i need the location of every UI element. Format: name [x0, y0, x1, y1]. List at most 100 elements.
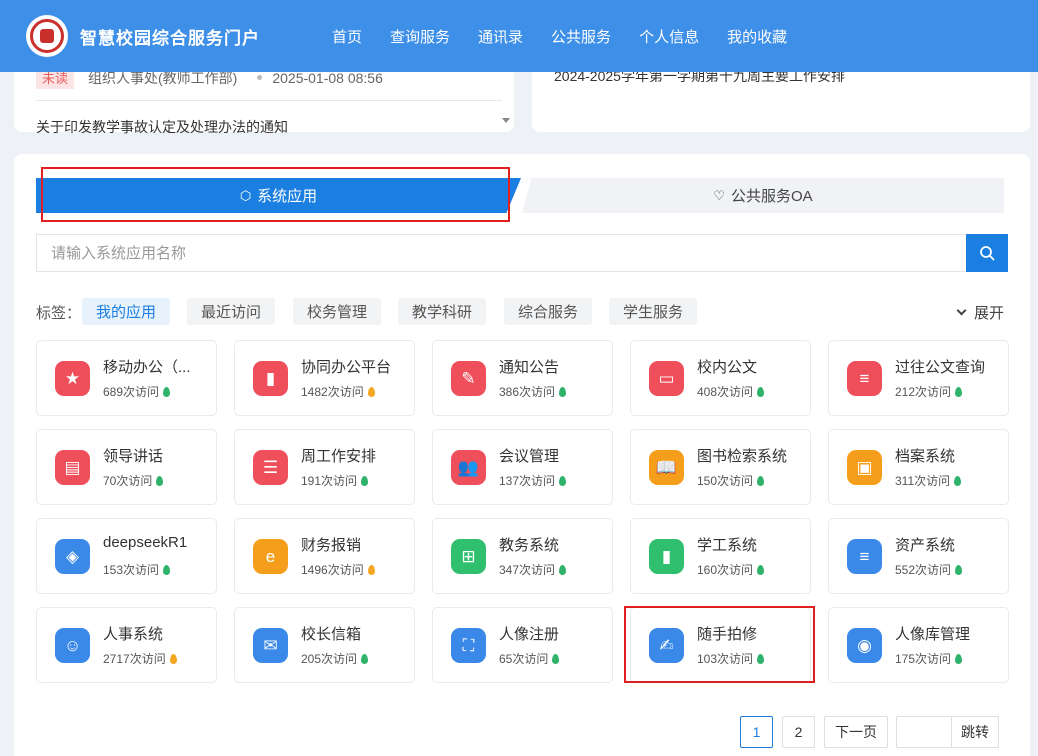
tag-teaching[interactable]: 教学科研 — [398, 298, 487, 325]
app-card[interactable]: ✎ 通知公告 386次访问 — [432, 340, 613, 416]
flame-icon — [156, 475, 164, 486]
app-card[interactable]: ▤ 领导讲话 70次访问 — [36, 429, 217, 505]
app-card[interactable]: ≡ 资产系统 552次访问 — [828, 518, 1009, 594]
visit-count-text: 408次访问 — [697, 385, 754, 399]
next-page-button[interactable]: 下一页 — [824, 716, 888, 748]
visit-count-text: 65次访问 — [499, 652, 549, 666]
app-name: 校内公文 — [697, 359, 758, 376]
search-button[interactable] — [966, 234, 1008, 272]
expand-button[interactable]: 展开 — [956, 302, 1004, 323]
app-card[interactable]: ★ 移动办公（... 689次访问 — [36, 340, 217, 416]
app-card[interactable]: ☰ 周工作安排 191次访问 — [234, 429, 415, 505]
school-logo[interactable] — [26, 15, 68, 57]
page-1-button[interactable]: 1 — [740, 716, 773, 748]
visit-count-text: 103次访问 — [697, 652, 754, 666]
app-card[interactable]: ▮ 协同办公平台 1482次访问 — [234, 340, 415, 416]
app-visit-count: 408次访问 — [697, 383, 765, 400]
app-visit-count: 160次访问 — [697, 561, 765, 578]
site-title: 智慧校园综合服务门户 — [80, 28, 260, 48]
app-name: 协同办公平台 — [301, 359, 392, 376]
flame-icon — [757, 386, 765, 397]
app-card[interactable]: 📖 图书检索系统 150次访问 — [630, 429, 811, 505]
app-card[interactable]: e 财务报销 1496次访问 — [234, 518, 415, 594]
flame-icon — [559, 386, 567, 397]
app-card[interactable]: 👥 会议管理 137次访问 — [432, 429, 613, 505]
visit-count-text: 1496次访问 — [301, 563, 364, 577]
app-name: 过往公文查询 — [895, 359, 986, 376]
page-2-button[interactable]: 2 — [782, 716, 815, 748]
app-card[interactable]: ✉ 校长信箱 205次访问 — [234, 607, 415, 683]
nav-query-services[interactable]: 查询服务 — [390, 26, 450, 47]
app-name: deepseekR1 — [103, 534, 188, 551]
bar-chart-icon: ▮ — [649, 539, 684, 574]
tag-my-apps[interactable]: 我的应用 — [82, 298, 171, 325]
bar-chart-icon: ▮ — [253, 361, 288, 396]
flame-icon — [361, 475, 369, 486]
app-visit-count: 552次访问 — [895, 561, 963, 578]
edit-icon: ✎ — [451, 361, 486, 396]
flame-icon — [757, 564, 765, 575]
main-nav: 首页 查询服务 通讯录 公共服务 个人信息 我的收藏 — [332, 26, 815, 47]
app-visit-count: 153次访问 — [103, 561, 171, 578]
tag-general[interactable]: 综合服务 — [504, 298, 593, 325]
top-header: 智慧校园综合服务门户 首页 查询服务 通讯录 公共服务 个人信息 我的收藏 — [0, 0, 1038, 72]
ie-logo-icon: e — [253, 539, 288, 574]
nav-personal-info[interactable]: 个人信息 — [639, 26, 699, 47]
nav-contacts[interactable]: 通讯录 — [478, 26, 523, 47]
app-name: 财务报销 — [301, 537, 362, 554]
flame-icon — [757, 475, 765, 486]
app-name: 周工作安排 — [301, 448, 377, 465]
flame-icon — [361, 653, 369, 664]
visit-count-text: 689次访问 — [103, 385, 160, 399]
app-card[interactable]: ▮ 学工系统 160次访问 — [630, 518, 811, 594]
app-name: 会议管理 — [499, 448, 560, 465]
app-card[interactable]: ▣ 档案系统 311次访问 — [828, 429, 1009, 505]
jump-button[interactable]: 跳转 — [951, 716, 999, 748]
bookmark-icon: ★ — [55, 361, 90, 396]
app-visit-count: 311次访问 — [895, 472, 962, 489]
app-visit-count: 205次访问 — [301, 650, 369, 667]
tag-student[interactable]: 学生服务 — [609, 298, 698, 325]
app-card[interactable]: ▭ 校内公文 408次访问 — [630, 340, 811, 416]
divider — [36, 100, 502, 101]
tab-public-oa-label: 公共服务OA — [730, 188, 813, 205]
users-icon: 👥 — [451, 450, 486, 485]
visit-count-text: 205次访问 — [301, 652, 358, 666]
app-card[interactable]: ◈ deepseekR1 153次访问 — [36, 518, 217, 594]
nav-home[interactable]: 首页 — [332, 26, 362, 47]
app-card[interactable]: ⛶ 人像注册 65次访问 — [432, 607, 613, 683]
app-card[interactable]: ✍ 随手拍修 103次访问 — [630, 607, 811, 683]
flame-icon — [559, 564, 567, 575]
tag-admin[interactable]: 校务管理 — [293, 298, 382, 325]
app-card[interactable]: ⊞ 教务系统 347次访问 — [432, 518, 613, 594]
app-visit-count: 212次访问 — [895, 383, 963, 400]
app-visit-count: 2717次访问 — [103, 650, 177, 667]
app-name: 人像注册 — [499, 626, 560, 643]
app-visit-count: 191次访问 — [301, 472, 369, 489]
scan-icon: ⛶ — [451, 628, 486, 663]
nav-favorites[interactable]: 我的收藏 — [727, 26, 787, 47]
tag-recent[interactable]: 最近访问 — [187, 298, 276, 325]
tab-public-oa[interactable]: ♡ 公共服务OA — [522, 178, 1004, 213]
monitor-icon: ▭ — [649, 361, 684, 396]
app-card[interactable]: ≡ 过往公文查询 212次访问 — [828, 340, 1009, 416]
app-card[interactable]: ◉ 人像库管理 175次访问 — [828, 607, 1009, 683]
app-name: 资产系统 — [895, 537, 956, 554]
visit-count-text: 347次访问 — [499, 563, 556, 577]
notice-title[interactable]: 关于印发教学事故认定及处理办法的通知 — [36, 117, 288, 137]
app-visit-count: 150次访问 — [697, 472, 765, 489]
flame-icon — [367, 386, 375, 397]
flame-icon — [955, 386, 963, 397]
visit-count-text: 311次访问 — [895, 474, 951, 488]
app-name: 随手拍修 — [697, 626, 758, 643]
app-card[interactable]: ☺ 人事系统 2717次访问 — [36, 607, 217, 683]
app-search-input[interactable] — [36, 234, 966, 272]
page-jump-input[interactable] — [896, 716, 952, 748]
scroll-down-icon[interactable] — [502, 118, 510, 123]
user-card-icon: ☺ — [55, 628, 90, 663]
app-visit-count: 347次访问 — [499, 561, 567, 578]
book-icon: 📖 — [649, 450, 684, 485]
nav-public-services[interactable]: 公共服务 — [551, 26, 611, 47]
dot-separator — [257, 75, 263, 80]
tab-system-apps[interactable]: ⬡ 系统应用 — [36, 178, 521, 213]
